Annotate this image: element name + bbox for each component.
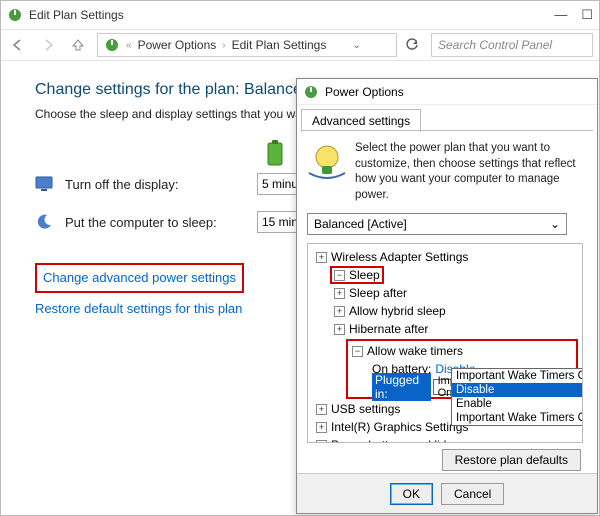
plus-icon[interactable]: + bbox=[316, 440, 327, 444]
back-button[interactable] bbox=[7, 34, 29, 56]
forward-button[interactable] bbox=[37, 34, 59, 56]
plugged-in-dropdown[interactable]: Important Wake Timers Only Disable Enabl… bbox=[451, 368, 583, 426]
restore-plan-defaults-button[interactable]: Restore plan defaults bbox=[442, 449, 581, 471]
up-button[interactable] bbox=[67, 34, 89, 56]
minus-icon[interactable]: − bbox=[334, 270, 345, 281]
dropdown-option[interactable]: Important Wake Timers Only bbox=[452, 411, 583, 425]
display-icon bbox=[35, 175, 53, 193]
power-options-icon bbox=[104, 37, 120, 53]
power-options-icon bbox=[303, 84, 319, 100]
minimize-button[interactable]: — bbox=[554, 7, 567, 23]
restore-defaults-link[interactable]: Restore default settings for this plan bbox=[35, 301, 242, 316]
plus-icon[interactable]: + bbox=[316, 404, 327, 415]
highlight-box: Change advanced power settings bbox=[35, 263, 244, 293]
breadcrumb-item[interactable]: Edit Plan Settings bbox=[232, 38, 327, 52]
chevron-left-icon: « bbox=[126, 40, 132, 51]
highlight-box: −Sleep bbox=[330, 266, 384, 284]
battery-icon bbox=[265, 139, 285, 167]
tree-item-power-buttons[interactable]: +Power buttons and lid bbox=[308, 436, 582, 443]
window-title: Edit Plan Settings bbox=[29, 8, 124, 22]
sleep-icon bbox=[35, 213, 53, 231]
tree-item-hibernate[interactable]: +Hibernate after bbox=[308, 320, 582, 338]
plus-icon[interactable]: + bbox=[316, 252, 327, 263]
chevron-right-icon: › bbox=[222, 40, 225, 51]
ok-button[interactable]: OK bbox=[390, 483, 433, 505]
dialog-description: Select the power plan that you want to c… bbox=[355, 141, 587, 203]
tree-item-sleep[interactable]: Sleep bbox=[349, 268, 380, 282]
power-options-icon bbox=[7, 7, 23, 23]
tree-item-hybrid[interactable]: +Allow hybrid sleep bbox=[308, 302, 582, 320]
tree-item-sleep-after[interactable]: +Sleep after bbox=[308, 284, 582, 302]
dropdown-option[interactable]: Enable bbox=[452, 397, 583, 411]
cancel-button[interactable]: Cancel bbox=[441, 483, 504, 505]
display-label: Turn off the display: bbox=[65, 177, 245, 192]
plus-icon[interactable]: + bbox=[334, 324, 345, 335]
chevron-down-icon: ⌄ bbox=[550, 217, 560, 231]
tree-item-allow-wake-timers[interactable]: −Allow wake timers bbox=[350, 342, 574, 360]
chevron-down-icon[interactable]: ⌄ bbox=[332, 40, 360, 51]
plus-icon[interactable]: + bbox=[316, 422, 327, 433]
dialog-buttons: OK Cancel bbox=[297, 473, 597, 513]
plan-combo[interactable]: Balanced [Active] ⌄ bbox=[307, 213, 567, 235]
dialog-title: Power Options bbox=[325, 85, 404, 99]
sleep-label: Put the computer to sleep: bbox=[65, 215, 245, 230]
tabstrip: Advanced settings bbox=[297, 105, 597, 131]
settings-tree[interactable]: +Wireless Adapter Settings −Sleep +Sleep… bbox=[307, 243, 583, 443]
minus-icon[interactable]: − bbox=[352, 346, 363, 357]
breadcrumb[interactable]: « Power Options › Edit Plan Settings ⌄ bbox=[97, 33, 397, 57]
dialog-titlebar: Power Options bbox=[297, 79, 597, 105]
tree-item-wireless[interactable]: +Wireless Adapter Settings bbox=[308, 248, 582, 266]
tab-advanced-settings[interactable]: Advanced settings bbox=[301, 109, 421, 132]
navbar: « Power Options › Edit Plan Settings ⌄ S… bbox=[1, 29, 599, 61]
power-options-dialog: Power Options Advanced settings Select t… bbox=[296, 78, 598, 514]
plus-icon[interactable]: + bbox=[334, 288, 345, 299]
search-placeholder: Search Control Panel bbox=[438, 38, 552, 52]
refresh-button[interactable] bbox=[405, 38, 419, 52]
maximize-button[interactable]: ☐ bbox=[581, 7, 593, 23]
breadcrumb-item[interactable]: Power Options bbox=[138, 38, 217, 52]
dropdown-option[interactable]: Important Wake Timers Only bbox=[452, 369, 583, 383]
power-plan-icon bbox=[307, 141, 347, 181]
titlebar: Edit Plan Settings — ☐ bbox=[1, 1, 599, 29]
plus-icon[interactable]: + bbox=[334, 306, 345, 317]
search-input[interactable]: Search Control Panel bbox=[431, 33, 593, 57]
dropdown-option-selected[interactable]: Disable bbox=[452, 383, 583, 397]
advanced-settings-link[interactable]: Change advanced power settings bbox=[43, 270, 236, 285]
